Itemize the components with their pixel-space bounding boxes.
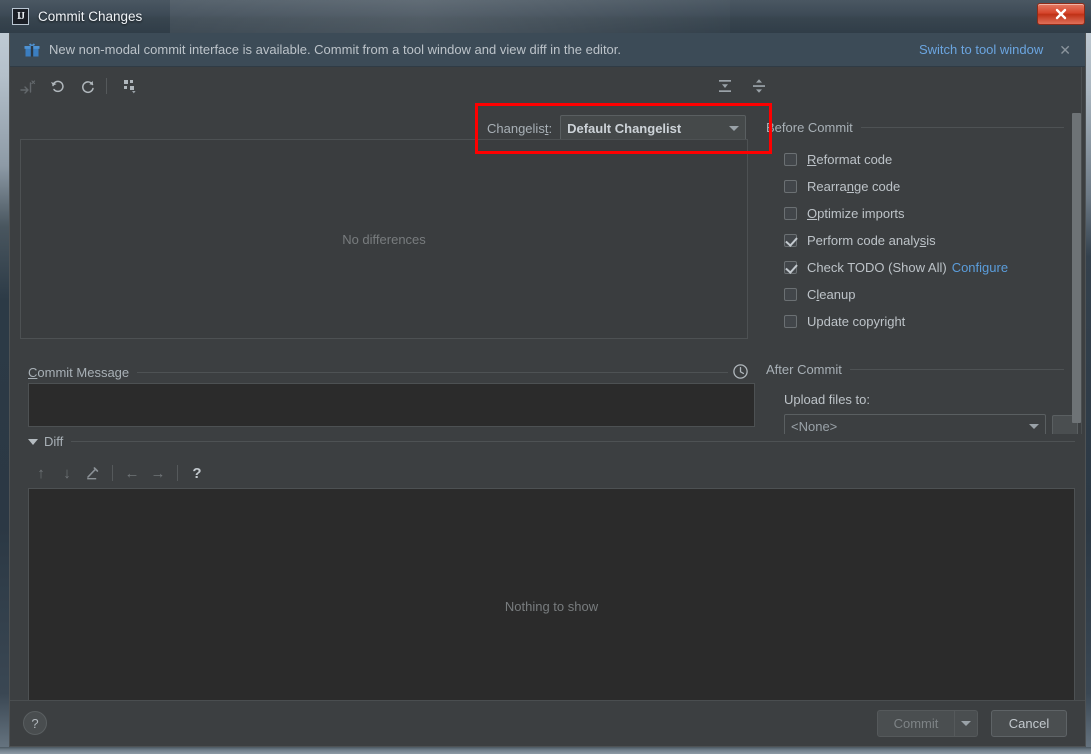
option-perform-code-analysis[interactable]: Perform code analysis (784, 227, 1008, 254)
commit-button[interactable]: Commit (877, 710, 955, 737)
footer-buttons: Commit Cancel (877, 710, 1067, 737)
notification-text: New non-modal commit interface is availa… (49, 42, 622, 57)
window-title: Commit Changes (38, 9, 143, 24)
reformat-code-label: Reformat code (807, 152, 893, 167)
reformat-code-checkbox[interactable] (784, 153, 797, 166)
commit-message-input[interactable] (28, 383, 755, 427)
commit-options-panel: Before Commit Reformat code Rearrange co… (758, 104, 1085, 434)
upload-files-label: Upload files to: (784, 392, 870, 407)
notification-close-icon[interactable]: ✕ (1059, 43, 1071, 57)
window-frame-bottom (0, 747, 1091, 754)
option-update-copyright[interactable]: Update copyright (784, 308, 1008, 335)
optimize-imports-checkbox[interactable] (784, 207, 797, 220)
close-icon (1055, 8, 1067, 20)
right-panel-scrollbar[interactable] (1072, 113, 1081, 423)
after-commit-header: After Commit (766, 362, 1064, 377)
cleanup-label: Cleanup (807, 287, 856, 302)
diff-toolbar-separator-2 (177, 465, 178, 481)
previous-difference-icon[interactable]: ↑ (28, 461, 54, 485)
perform-code-analysis-checkbox[interactable] (784, 234, 797, 247)
check-todo-checkbox[interactable] (784, 261, 797, 274)
configure-todo-link[interactable]: Configure (952, 260, 1008, 275)
before-commit-options: Reformat code Rearrange code Optimize im… (784, 146, 1008, 335)
update-copyright-label: Update copyright (807, 314, 906, 329)
expand-all-icon[interactable] (712, 74, 738, 98)
notification-banner: New non-modal commit interface is availa… (10, 33, 1085, 67)
window-frame-right (1086, 0, 1091, 754)
rearrange-code-label: Rearrange code (807, 179, 901, 194)
option-reformat-code[interactable]: Reformat code (784, 146, 1008, 173)
arrow-left-icon[interactable]: ← (119, 461, 145, 485)
upload-target-value: <None> (791, 418, 838, 434)
header-rule (137, 372, 728, 373)
help-diff-icon[interactable]: ? (184, 461, 210, 485)
option-rearrange-code[interactable]: Rearrange code (784, 173, 1008, 200)
edit-source-icon[interactable] (80, 461, 106, 485)
before-commit-header: Before Commit (766, 120, 1064, 135)
next-difference-icon[interactable]: ↓ (54, 461, 80, 485)
after-commit-title: After Commit (766, 362, 842, 377)
diff-section-label: Diff (44, 434, 64, 449)
header-rule (849, 369, 1064, 370)
before-commit-title: Before Commit (766, 120, 853, 135)
header-rule (860, 127, 1064, 128)
commit-message-header: Commit Message (28, 365, 728, 380)
chevron-down-icon (961, 721, 971, 726)
rollback-icon[interactable] (44, 74, 70, 98)
diff-section-header[interactable]: Diff (28, 434, 1075, 449)
diff-toolbar: ↑ ↓ ← → ? (28, 459, 210, 487)
rearrange-code-checkbox[interactable] (784, 180, 797, 193)
diff-preview-pane[interactable]: Nothing to show (28, 488, 1075, 725)
window-frame-left (0, 0, 9, 754)
commit-options-dropdown-button[interactable] (955, 710, 978, 737)
update-copyright-checkbox[interactable] (784, 315, 797, 328)
changed-files-pane[interactable]: No differences (20, 139, 748, 339)
window-close-button[interactable] (1037, 3, 1085, 25)
intellij-idea-icon: IJ (12, 8, 29, 25)
check-todo-label: Check TODO (Show All) (807, 260, 947, 275)
perform-code-analysis-label: Perform code analysis (807, 233, 936, 248)
optimize-imports-label: Optimize imports (807, 206, 905, 221)
diff-toolbar-separator-1 (112, 465, 113, 481)
cleanup-checkbox[interactable] (784, 288, 797, 301)
gift-icon (24, 43, 40, 56)
option-cleanup[interactable]: Cleanup (784, 281, 1008, 308)
chevron-down-icon (1029, 423, 1039, 429)
header-rule (71, 441, 1075, 442)
files-pane-empty-text: No differences (342, 231, 426, 247)
cancel-button[interactable]: Cancel (991, 710, 1067, 737)
group-by-icon[interactable] (117, 74, 143, 98)
triangle-down-icon (28, 438, 38, 445)
dialog-footer: ? Commit Cancel (10, 700, 1085, 746)
toolbar-separator (106, 78, 107, 94)
help-button[interactable]: ? (23, 711, 47, 735)
diff-pane-empty-text: Nothing to show (504, 599, 599, 614)
collapse-all-icon[interactable] (746, 74, 772, 98)
upload-files-row: <None> (784, 414, 1078, 434)
arrow-right-icon[interactable]: → (145, 461, 171, 485)
title-bar: IJ Commit Changes (0, 0, 1091, 33)
changes-toolbar (10, 68, 1085, 104)
commit-changes-window: IJ Commit Changes New non-modal commit i… (0, 0, 1091, 754)
refresh-icon[interactable] (74, 74, 100, 98)
clock-icon[interactable] (732, 363, 749, 385)
switch-to-tool-window-link[interactable]: Switch to tool window (919, 42, 1043, 57)
option-optimize-imports[interactable]: Optimize imports (784, 200, 1008, 227)
dialog-client-area: New non-modal commit interface is availa… (9, 33, 1086, 747)
option-check-todo[interactable]: Check TODO (Show All) Configure (784, 254, 1008, 281)
upload-target-dropdown[interactable]: <None> (784, 414, 1046, 434)
show-diff-icon[interactable] (14, 74, 40, 98)
